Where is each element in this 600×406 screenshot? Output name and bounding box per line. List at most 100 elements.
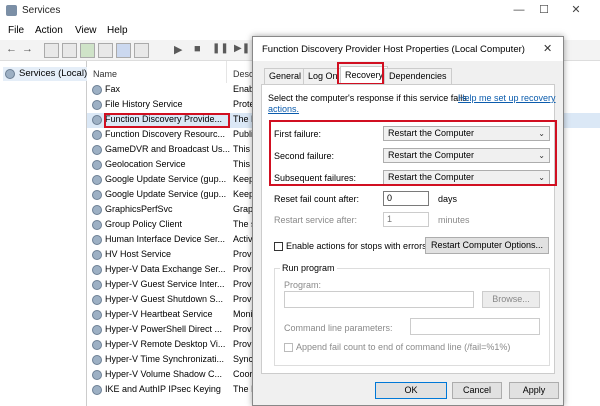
service-name: Hyper-V Heartbeat Service [105, 309, 213, 319]
reset-fail-count-input[interactable]: 0 [383, 191, 429, 206]
service-name: Hyper-V Guest Shutdown S... [105, 294, 224, 304]
restart-service-input[interactable]: 1 [383, 212, 429, 227]
pause-service-icon[interactable]: ❚❚ [212, 43, 229, 54]
service-description: Coor [233, 369, 253, 379]
service-name: Hyper-V Time Synchronizati... [105, 354, 225, 364]
enable-actions-label: Enable actions for stops with errors. [286, 241, 430, 251]
restart-service-icon[interactable]: ▶❚ [234, 43, 250, 54]
service-name: Google Update Service (gup... [105, 174, 227, 184]
apply-button[interactable]: Apply [509, 382, 559, 399]
services-local-label: Services (Local) [19, 68, 88, 79]
service-description: Provi [233, 294, 254, 304]
gear-icon [92, 220, 102, 230]
service-description: Provi [233, 324, 254, 334]
service-description: Enab [233, 84, 255, 94]
program-label: Program: [284, 280, 322, 290]
export-icon[interactable] [98, 43, 113, 58]
dialog-close-button[interactable]: ✕ [543, 42, 552, 55]
gear-icon [92, 130, 102, 140]
minimize-button[interactable]: — [508, 2, 530, 18]
service-description: Publi [233, 129, 254, 139]
gear-icon [92, 205, 102, 215]
restart-computer-options-button[interactable]: Restart Computer Options... [425, 237, 549, 254]
menu-help[interactable]: Help [107, 25, 128, 36]
service-name: File History Service [105, 99, 183, 109]
run-program-label: Run program [280, 263, 337, 273]
cancel-button[interactable]: Cancel [452, 382, 502, 399]
service-description: Moni [233, 309, 253, 319]
window-title: Services [22, 5, 61, 16]
gear-icon [92, 115, 102, 125]
append-fail-count-label: Append fail count to end of command line… [296, 342, 511, 352]
gear-icon [92, 310, 102, 320]
service-name: IKE and AuthIP IPsec Keying [105, 384, 221, 394]
console-tree: Services (Local) [0, 61, 87, 406]
gear-icon [92, 340, 102, 350]
service-name: Google Update Service (gup... [105, 189, 227, 199]
gear-icon [92, 385, 102, 395]
gear-icon [92, 175, 102, 185]
service-name: Function Discovery Resourc... [105, 129, 226, 139]
append-fail-count-checkbox[interactable] [284, 343, 293, 352]
restart-service-label: Restart service after: [274, 215, 358, 225]
stop-service-icon[interactable]: ■ [194, 43, 201, 55]
ok-button[interactable]: OK [375, 382, 447, 399]
refresh-icon[interactable] [80, 43, 95, 58]
service-description: Provi [233, 339, 254, 349]
program-input[interactable] [284, 291, 474, 308]
service-name: Fax [105, 84, 121, 94]
menu-file[interactable]: File [8, 25, 24, 36]
gear-icon [92, 145, 102, 155]
gear-icon [5, 69, 15, 79]
service-name: Human Interface Device Ser... [105, 234, 226, 244]
view-icon[interactable] [134, 43, 149, 58]
gear-icon [92, 235, 102, 245]
gear-icon [92, 355, 102, 365]
tab-dependencies[interactable]: Dependencies [384, 68, 452, 84]
close-button[interactable]: ✕ [565, 2, 587, 18]
back-arrow-icon[interactable]: ← [6, 43, 17, 55]
enable-actions-checkbox[interactable] [274, 242, 283, 251]
service-description: Activ [233, 234, 253, 244]
menu-action[interactable]: Action [35, 25, 63, 36]
dialog-title-bar: Function Discovery Provider Host Propert… [253, 37, 563, 61]
recovery-tab-highlight [337, 62, 384, 85]
service-description: Provi [233, 264, 254, 274]
title-bar: Services — ☐ ✕ [0, 0, 600, 22]
dialog-title: Function Discovery Provider Host Propert… [262, 44, 525, 55]
help-recovery-link[interactable]: Help me set up recovery [458, 93, 556, 103]
service-name: Hyper-V Volume Shadow C... [105, 369, 223, 379]
restart-unit-label: minutes [438, 215, 470, 225]
help-recovery-link-cont[interactable]: actions. [268, 104, 299, 114]
cmd-params-label: Command line parameters: [284, 323, 393, 333]
gear-icon [92, 295, 102, 305]
gear-icon [92, 280, 102, 290]
cmd-params-input[interactable] [410, 318, 540, 335]
help-icon[interactable] [116, 43, 131, 58]
gear-icon [92, 160, 102, 170]
console-tree-icon[interactable] [44, 43, 59, 58]
service-name: Hyper-V PowerShell Direct ... [105, 324, 223, 334]
forward-arrow-icon[interactable]: → [22, 43, 33, 55]
start-service-icon[interactable]: ▶ [174, 43, 182, 56]
service-name: Group Policy Client [105, 219, 183, 229]
tab-general[interactable]: General [264, 68, 307, 84]
service-name: GraphicsPerfSvc [105, 204, 173, 214]
service-description: The I [233, 384, 254, 394]
properties-dialog: Function Discovery Provider Host Propert… [252, 36, 564, 406]
service-name: Hyper-V Remote Desktop Vi... [105, 339, 226, 349]
gear-icon [92, 325, 102, 335]
gear-icon [92, 85, 102, 95]
services-app-icon [6, 5, 17, 16]
services-local-node[interactable]: Services (Local) [3, 67, 87, 81]
service-name: Hyper-V Data Exchange Ser... [105, 264, 226, 274]
service-name: Geolocation Service [105, 159, 186, 169]
maximize-button[interactable]: ☐ [533, 2, 555, 18]
browse-button[interactable]: Browse... [482, 291, 540, 308]
column-header-name[interactable]: Name [87, 61, 227, 83]
service-description: Provi [233, 249, 254, 259]
menu-view[interactable]: View [75, 25, 97, 36]
properties-icon[interactable] [62, 43, 77, 58]
service-name: HV Host Service [105, 249, 172, 259]
reset-fail-count-label: Reset fail count after: [274, 194, 360, 204]
